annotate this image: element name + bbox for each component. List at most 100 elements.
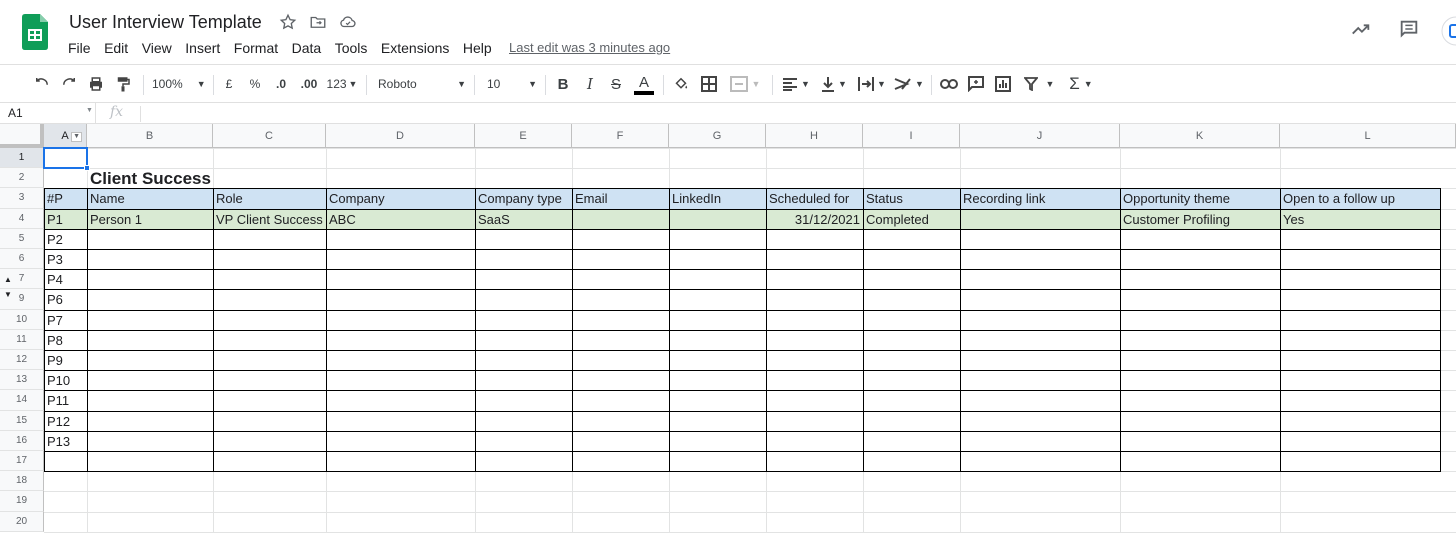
table-cell[interactable]: ABC bbox=[326, 209, 475, 229]
row-header-20[interactable]: 20 bbox=[0, 511, 44, 532]
fill-handle[interactable] bbox=[84, 165, 90, 172]
star-icon[interactable] bbox=[278, 12, 298, 32]
row-header-13[interactable]: 13 bbox=[0, 370, 44, 391]
select-all-corner[interactable] bbox=[0, 124, 44, 148]
table-cell[interactable]: SaaS bbox=[475, 209, 572, 229]
filter-icon[interactable]: ▼ bbox=[1020, 65, 1058, 103]
row-header-4[interactable]: 4 bbox=[0, 208, 44, 229]
table-cell[interactable]: Completed bbox=[863, 209, 960, 229]
participant-id-cell[interactable]: P6 bbox=[44, 289, 87, 309]
merge-cells-icon[interactable]: ▼ bbox=[728, 65, 762, 103]
menu-edit[interactable]: Edit bbox=[104, 40, 128, 56]
row-header-11[interactable]: 11 bbox=[0, 329, 44, 350]
comment-history-icon[interactable] bbox=[1398, 18, 1420, 45]
insert-link-icon[interactable] bbox=[938, 65, 960, 103]
currency-button[interactable]: £ bbox=[222, 65, 236, 103]
menu-file[interactable]: File bbox=[68, 40, 91, 56]
table-cell[interactable]: Person 1 bbox=[87, 209, 213, 229]
decrease-decimal-button[interactable]: .0 bbox=[272, 65, 290, 103]
horizontal-align-icon[interactable]: ▼ bbox=[780, 65, 812, 103]
row-header-18[interactable]: 18 bbox=[0, 471, 44, 492]
more-formats-button[interactable]: 123 ▼ bbox=[326, 65, 358, 103]
row-header-19[interactable]: 19 bbox=[0, 491, 44, 512]
show-rows-up-arrow-icon[interactable]: ▲ bbox=[4, 275, 12, 284]
row-header-15[interactable]: 15 bbox=[0, 410, 44, 431]
move-folder-icon[interactable] bbox=[308, 12, 328, 32]
undo-icon[interactable] bbox=[32, 65, 52, 103]
formula-input[interactable] bbox=[142, 103, 1442, 124]
column-header-b[interactable]: B bbox=[87, 124, 213, 148]
table-cell[interactable] bbox=[960, 209, 1120, 229]
participant-id-cell[interactable]: P3 bbox=[44, 249, 87, 269]
menu-tools[interactable]: Tools bbox=[335, 40, 368, 56]
bold-button[interactable]: B bbox=[555, 65, 571, 103]
text-color-button[interactable]: A bbox=[633, 65, 655, 103]
trending-icon[interactable] bbox=[1350, 18, 1372, 45]
column-header-h[interactable]: H bbox=[766, 124, 863, 148]
row-header-12[interactable]: 12 bbox=[0, 350, 44, 371]
menu-help[interactable]: Help bbox=[463, 40, 492, 56]
row-header-17[interactable]: 17 bbox=[0, 451, 44, 472]
show-rows-down-arrow-icon[interactable]: ▼ bbox=[4, 290, 12, 299]
menu-data[interactable]: Data bbox=[292, 40, 322, 56]
row-header-3[interactable]: 3 bbox=[0, 188, 44, 209]
increase-decimal-button[interactable]: .00 bbox=[298, 65, 320, 103]
cloud-status-icon[interactable] bbox=[338, 12, 358, 32]
column-menu-chevron-icon[interactable]: ▼ bbox=[71, 132, 82, 142]
menu-view[interactable]: View bbox=[142, 40, 172, 56]
participant-id-cell[interactable]: P7 bbox=[44, 310, 87, 330]
insert-chart-icon[interactable] bbox=[993, 65, 1013, 103]
row-header-5[interactable]: 5 bbox=[0, 228, 44, 249]
column-header-l[interactable]: L bbox=[1280, 124, 1456, 148]
column-header-k[interactable]: K bbox=[1120, 124, 1280, 148]
column-header-c[interactable]: C bbox=[213, 124, 326, 148]
vertical-align-icon[interactable]: ▼ bbox=[818, 65, 850, 103]
participant-id-cell[interactable]: P13 bbox=[44, 431, 87, 451]
row-header-1[interactable]: 1 bbox=[0, 148, 44, 169]
participant-id-cell[interactable]: P9 bbox=[44, 350, 87, 370]
italic-button[interactable]: I bbox=[582, 65, 598, 103]
table-cell[interactable] bbox=[572, 209, 669, 229]
redo-icon[interactable] bbox=[59, 65, 79, 103]
zoom-select[interactable]: 100% ▼ bbox=[152, 65, 208, 103]
table-cell[interactable] bbox=[669, 209, 766, 229]
column-header-a[interactable]: A ▼ bbox=[44, 124, 87, 148]
menu-format[interactable]: Format bbox=[234, 40, 278, 56]
row-header-14[interactable]: 14 bbox=[0, 390, 44, 411]
table-cell[interactable]: Yes bbox=[1280, 209, 1440, 229]
row-header-2[interactable]: 2 bbox=[0, 168, 44, 189]
participant-id-cell[interactable]: P4 bbox=[44, 269, 87, 289]
text-wrapping-icon[interactable]: ▼ bbox=[856, 65, 888, 103]
participant-id-cell[interactable]: P2 bbox=[44, 229, 87, 249]
column-header-g[interactable]: G bbox=[669, 124, 766, 148]
participant-id-cell[interactable]: P8 bbox=[44, 330, 87, 350]
participant-id-cell[interactable]: P12 bbox=[44, 411, 87, 431]
fill-color-icon[interactable] bbox=[672, 65, 690, 103]
table-cell[interactable]: P1 bbox=[44, 209, 87, 229]
font-family-select[interactable]: Roboto ▼ bbox=[378, 65, 466, 103]
table-cell[interactable]: 31/12/2021 bbox=[766, 209, 863, 229]
document-title[interactable]: User Interview Template bbox=[69, 12, 262, 33]
menu-extensions[interactable]: Extensions bbox=[381, 40, 449, 56]
participant-id-cell[interactable]: P10 bbox=[44, 370, 87, 390]
row-header-6[interactable]: 6 bbox=[0, 249, 44, 270]
text-rotation-icon[interactable]: ▼ bbox=[893, 65, 925, 103]
row-header-16[interactable]: 16 bbox=[0, 430, 44, 451]
column-header-e[interactable]: E bbox=[475, 124, 572, 148]
functions-icon[interactable]: Σ ▼ bbox=[1066, 65, 1096, 103]
insert-comment-icon[interactable] bbox=[966, 65, 986, 103]
name-box[interactable]: A1 ▼ bbox=[0, 103, 96, 124]
column-header-i[interactable]: I bbox=[863, 124, 960, 148]
print-icon[interactable] bbox=[86, 65, 106, 103]
meet-icon[interactable] bbox=[1440, 16, 1456, 51]
font-size-select[interactable]: 10 ▼ bbox=[487, 65, 537, 103]
strikethrough-button[interactable]: S bbox=[608, 65, 624, 103]
percent-button[interactable]: % bbox=[248, 65, 262, 103]
column-header-d[interactable]: D bbox=[326, 124, 475, 148]
row-header-10[interactable]: 10 bbox=[0, 309, 44, 330]
column-header-f[interactable]: F bbox=[572, 124, 669, 148]
paint-format-icon[interactable] bbox=[113, 65, 133, 103]
borders-icon[interactable] bbox=[700, 65, 718, 103]
sheets-logo-icon[interactable] bbox=[22, 14, 48, 50]
last-edit-link[interactable]: Last edit was 3 minutes ago bbox=[509, 40, 670, 55]
